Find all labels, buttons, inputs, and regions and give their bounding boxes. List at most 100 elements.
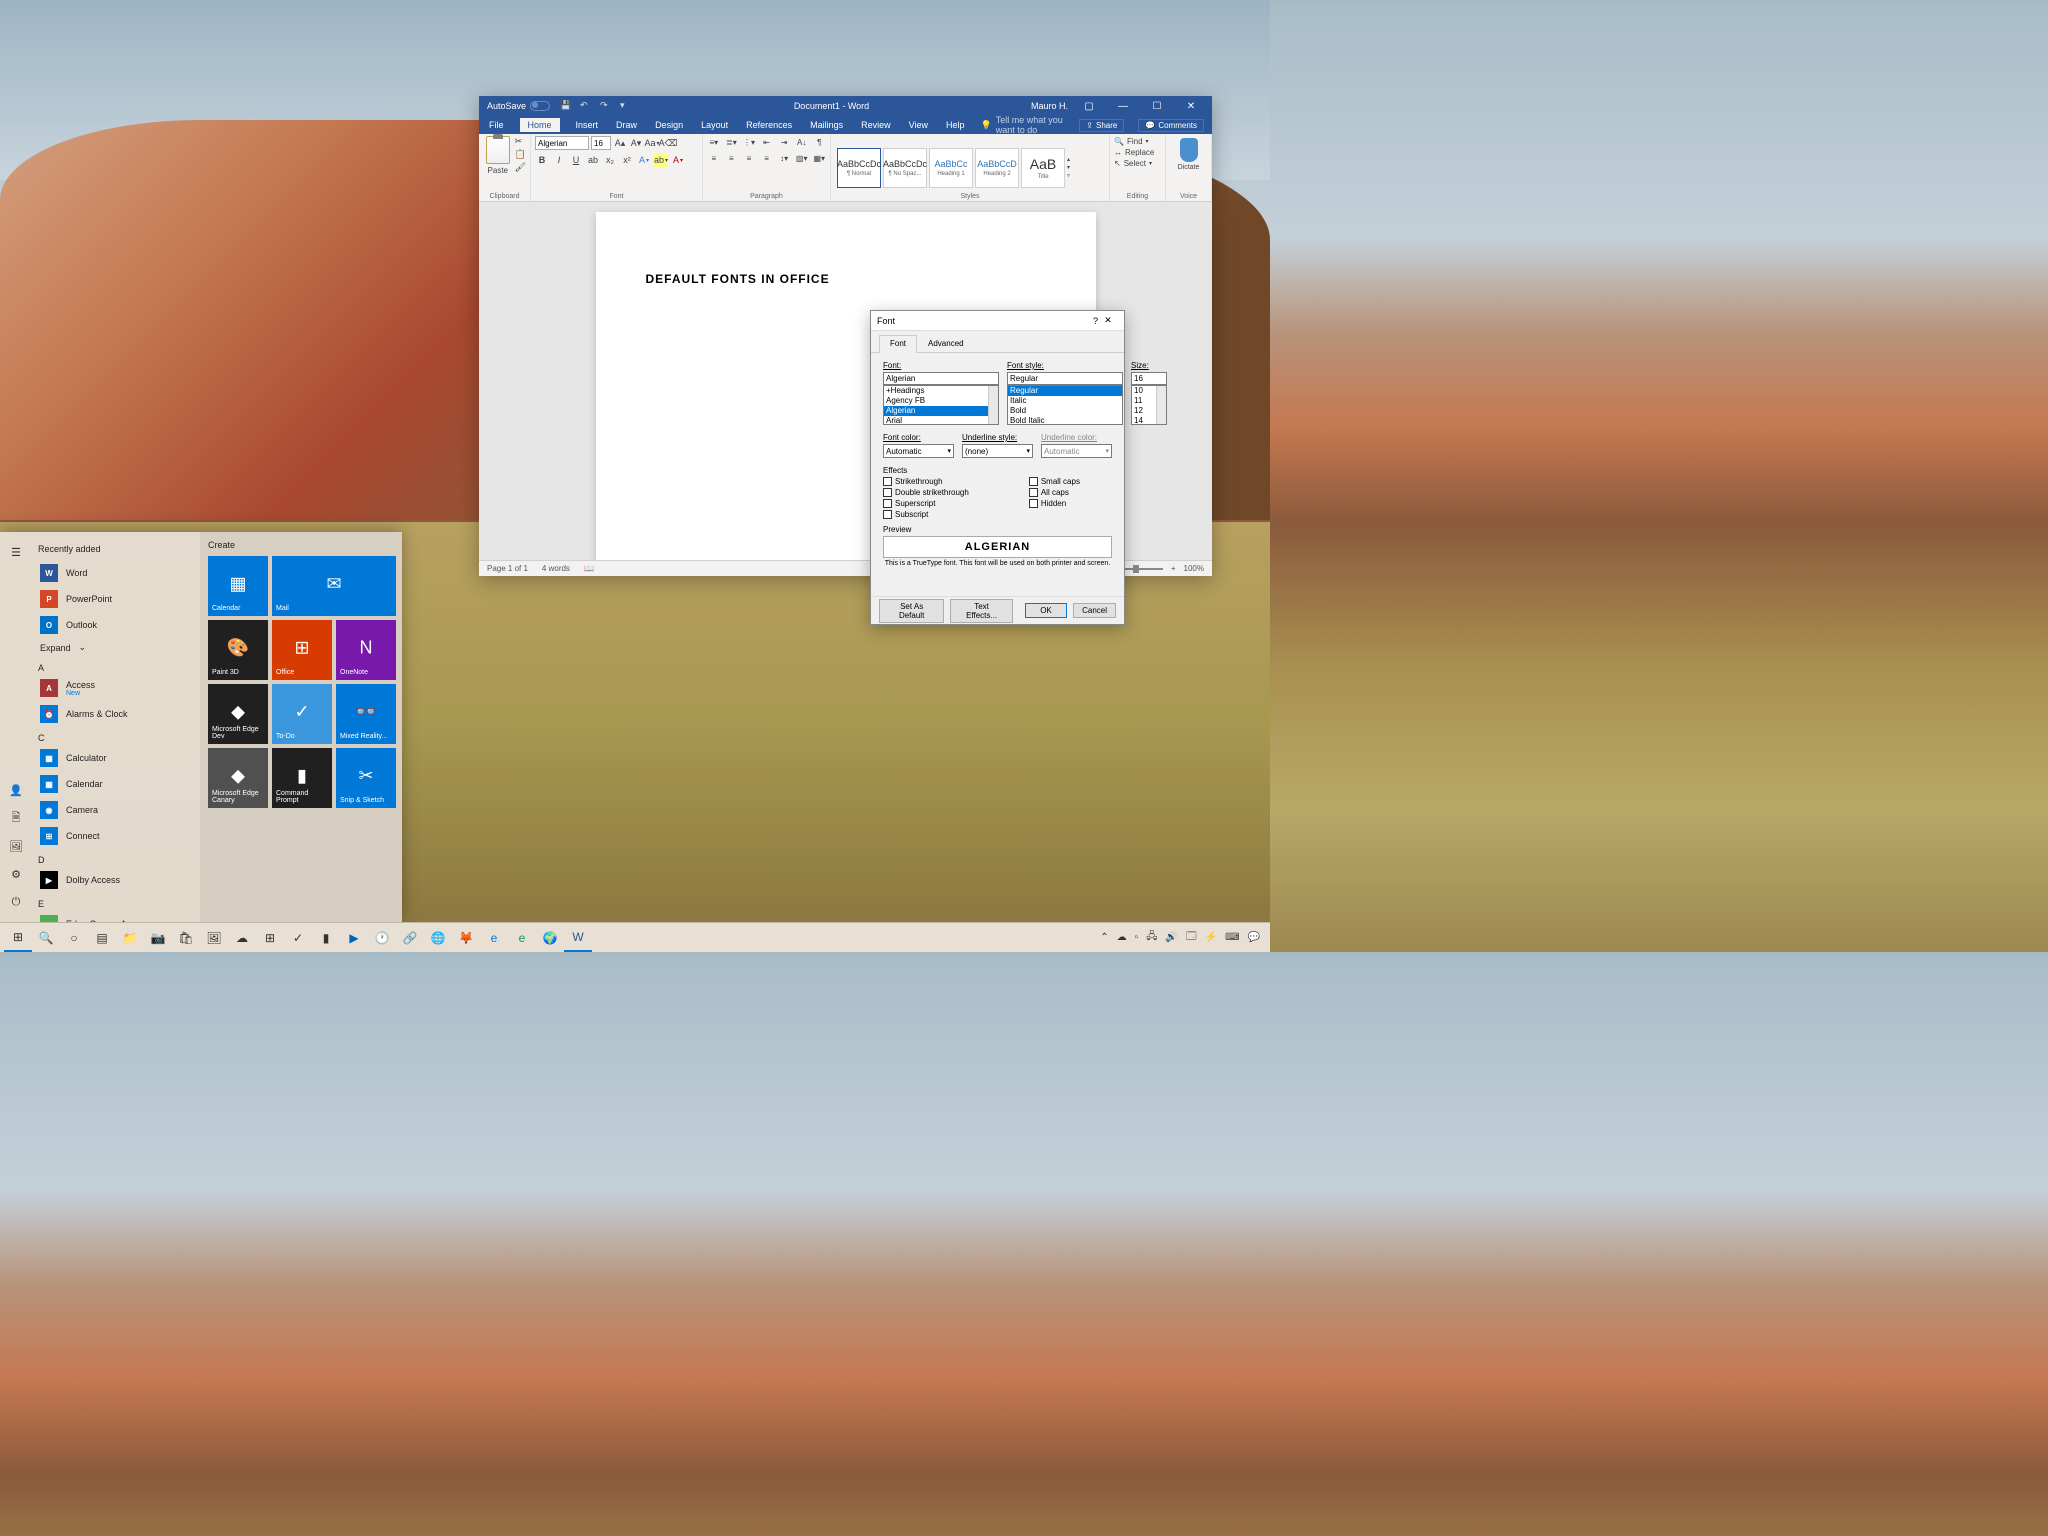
dialog-titlebar[interactable]: Font ? ✕ (871, 311, 1124, 331)
tab-mailings[interactable]: Mailings (808, 118, 845, 132)
hidden-checkbox[interactable]: Hidden (1029, 499, 1080, 508)
bold-button[interactable]: B (535, 153, 549, 167)
tile-calendar[interactable]: ▦Calendar (208, 556, 268, 616)
text-effects-icon[interactable]: A (637, 153, 651, 167)
style-no-spacing[interactable]: AaBbCcDc¶ No Spac... (883, 148, 927, 188)
underline-style-select[interactable]: (none) (962, 444, 1033, 458)
system-tray[interactable]: ⌃ ☁ ▫ 🖧 🔊 🗔 ⚡ ⌨ 💬 (1094, 929, 1266, 946)
style-normal[interactable]: AaBbCcDc¶ Normal (837, 148, 881, 188)
close-icon[interactable]: ✕ (1098, 315, 1118, 326)
settings-button[interactable]: ⊞ (256, 924, 284, 952)
show-marks-icon[interactable]: ¶ (812, 136, 826, 148)
power-tray-icon[interactable]: ⚡ (1205, 932, 1217, 943)
close-icon[interactable]: ✕ (1178, 97, 1204, 115)
list-item[interactable]: PPowerPoint (38, 586, 194, 612)
align-right-icon[interactable]: ≡ (742, 152, 756, 164)
power-icon[interactable]: ⏻ (0, 888, 32, 916)
double-strikethrough-checkbox[interactable]: Double strikethrough (883, 488, 969, 497)
document-text[interactable]: DEFAULT FONTS IN OFFICE (646, 272, 1046, 286)
word-count[interactable]: 4 words (542, 564, 570, 573)
font-color-select[interactable]: Automatic (883, 444, 954, 458)
italic-button[interactable]: I (552, 153, 566, 167)
decrease-indent-icon[interactable]: ⇤ (760, 136, 774, 148)
comments-button[interactable]: 💬Comments (1138, 119, 1204, 132)
strikethrough-button[interactable]: ab (586, 153, 600, 167)
small-caps-checkbox[interactable]: Small caps (1029, 477, 1080, 486)
list-item[interactable]: ⊞Connect (38, 823, 194, 849)
tab-insert[interactable]: Insert (574, 118, 601, 132)
list-item[interactable]: ▦Calendar (38, 771, 194, 797)
task-view-button[interactable]: ▤ (88, 924, 116, 952)
font-size-select[interactable] (591, 136, 611, 150)
dialog-tab-font[interactable]: Font (879, 335, 917, 353)
cancel-button[interactable]: Cancel (1073, 603, 1116, 618)
share-button[interactable]: ⇪Share (1079, 119, 1124, 132)
tab-view[interactable]: View (907, 118, 930, 132)
increase-indent-icon[interactable]: ⇥ (777, 136, 791, 148)
list-item[interactable]: ◉Camera (38, 797, 194, 823)
list-item[interactable]: OOutlook (38, 612, 194, 638)
word-button[interactable]: W (564, 924, 592, 952)
superscript-checkbox[interactable]: Superscript (883, 499, 969, 508)
find-button[interactable]: 🔍Find▾ (1114, 136, 1161, 147)
file-explorer-button[interactable]: 📁 (116, 924, 144, 952)
size-list[interactable]: 10 11 12 14 16 (1131, 385, 1167, 425)
chrome-button[interactable]: 🌐 (424, 924, 452, 952)
tab-layout[interactable]: Layout (699, 118, 730, 132)
onedrive-button[interactable]: ☁ (228, 924, 256, 952)
letter-heading-a[interactable]: A (38, 663, 194, 673)
tab-draw[interactable]: Draw (614, 118, 639, 132)
user-icon[interactable]: 👤 (0, 776, 32, 804)
numbering-icon[interactable]: ≣▾ (725, 136, 739, 148)
todo-button[interactable]: ✓ (284, 924, 312, 952)
microphone-icon[interactable] (1180, 138, 1198, 162)
grow-font-icon[interactable]: A▴ (613, 136, 627, 150)
copy-icon[interactable]: 📋 (515, 149, 526, 160)
borders-icon[interactable]: ▦▾ (812, 152, 826, 164)
change-case-icon[interactable]: Aa (645, 136, 659, 150)
terminal-button[interactable]: ▮ (312, 924, 340, 952)
tile-onenote[interactable]: NOneNote (336, 620, 396, 680)
cut-icon[interactable]: ✂ (515, 136, 526, 147)
security-icon[interactable]: 🗔 (1186, 929, 1197, 946)
action-center-icon[interactable]: 💬 (1248, 932, 1260, 943)
style-title[interactable]: AaBTitle (1021, 148, 1065, 188)
undo-icon[interactable]: ↶ (580, 100, 592, 112)
edge-button[interactable]: e (480, 924, 508, 952)
line-spacing-icon[interactable]: ↕▾ (777, 152, 791, 164)
store-button[interactable]: 🛍 (172, 924, 200, 952)
font-color-icon[interactable]: A (671, 153, 685, 167)
maximize-icon[interactable]: ☐ (1144, 97, 1170, 115)
start-app-list[interactable]: Recently added WWord PPowerPoint OOutloo… (32, 532, 200, 922)
letter-heading-d[interactable]: D (38, 855, 194, 865)
chevron-up-icon[interactable]: ⌃ (1100, 932, 1108, 943)
save-icon[interactable]: 💾 (560, 100, 572, 112)
style-list[interactable]: Regular Italic Bold Bold Italic (1007, 385, 1123, 425)
all-caps-checkbox[interactable]: All caps (1029, 488, 1080, 497)
photos-button[interactable]: 🖼 (200, 924, 228, 952)
search-button[interactable]: 🔍 (32, 924, 60, 952)
font-list[interactable]: +Headings Agency FB Algerian Arial Arial… (883, 385, 999, 425)
expand-button[interactable]: Expand ⌄ (38, 638, 194, 657)
list-item[interactable]: ◆Edge Canary Apps (38, 911, 194, 922)
list-item[interactable]: ▦Calculator (38, 745, 194, 771)
tile-todo[interactable]: ✓To-Do (272, 684, 332, 744)
set-default-button[interactable]: Set As Default (879, 599, 944, 623)
align-left-icon[interactable]: ≡ (707, 152, 721, 164)
ribbon-options-icon[interactable]: ▢ (1076, 97, 1102, 115)
list-item[interactable]: ⏰Alarms & Clock (38, 701, 194, 727)
bullets-icon[interactable]: ≡▾ (707, 136, 721, 148)
toggle-icon[interactable] (530, 101, 550, 111)
keyboard-icon[interactable]: ⌨ (1225, 932, 1239, 943)
cortana-button[interactable]: ○ (60, 924, 88, 952)
link-button[interactable]: 🔗 (396, 924, 424, 952)
autosave-toggle[interactable]: AutoSave (487, 101, 550, 111)
list-item[interactable]: ▶Dolby Access (38, 867, 194, 893)
tile-office[interactable]: ⊞Office (272, 620, 332, 680)
paste-button[interactable]: Paste (483, 136, 513, 175)
minimize-icon[interactable]: — (1110, 97, 1136, 115)
tab-review[interactable]: Review (859, 118, 893, 132)
ok-button[interactable]: OK (1025, 603, 1067, 618)
strikethrough-checkbox[interactable]: Strikethrough (883, 477, 969, 486)
zoom-in-icon[interactable]: + (1171, 564, 1176, 573)
